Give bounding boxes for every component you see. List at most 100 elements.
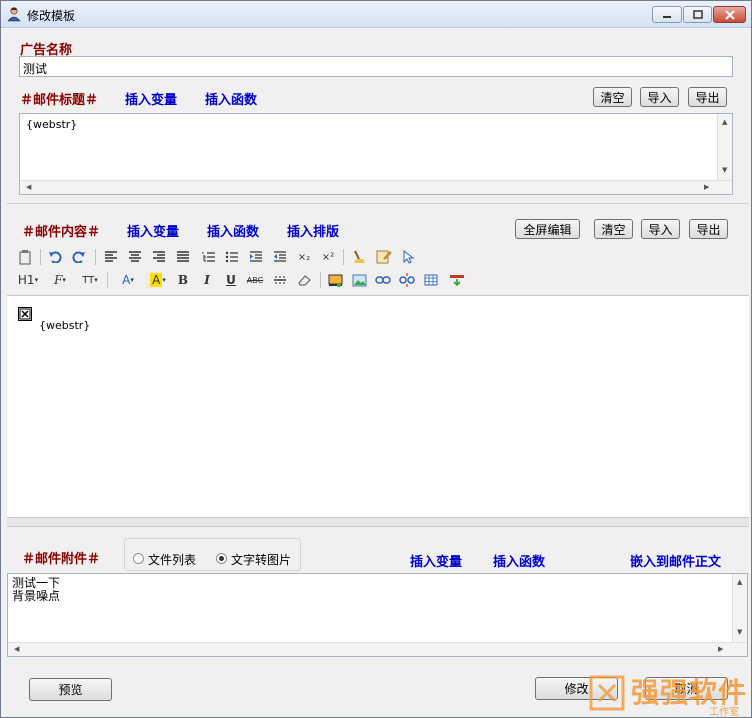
subject-textarea[interactable]: {webstr} ▲ ▼ ◀ ▶ bbox=[19, 113, 733, 195]
radio-text-to-image-label[interactable]: 文字转图片 bbox=[231, 551, 291, 568]
superscript-icon[interactable]: ×² bbox=[318, 247, 338, 267]
strikethrough-icon[interactable]: ABC bbox=[245, 270, 265, 290]
subject-import-button[interactable]: 导入 bbox=[640, 87, 679, 107]
highlight-text: A bbox=[150, 273, 163, 287]
subject-text: {webstr} bbox=[26, 118, 78, 131]
indent-icon[interactable] bbox=[246, 247, 266, 267]
clean-icon[interactable] bbox=[349, 247, 369, 267]
scroll-left-icon[interactable]: ◀ bbox=[26, 183, 31, 191]
bold-icon[interactable]: B bbox=[173, 270, 193, 290]
fullscreen-edit-button[interactable]: 全屏编辑 bbox=[515, 219, 580, 239]
content-import-button[interactable]: 导入 bbox=[641, 219, 680, 239]
insert-row-icon[interactable] bbox=[447, 270, 467, 290]
image-icon[interactable] bbox=[325, 270, 345, 290]
paste-icon[interactable] bbox=[15, 247, 35, 267]
content-clear-button[interactable]: 清空 bbox=[594, 219, 633, 239]
toolbar-separator bbox=[343, 249, 344, 265]
minimize-button[interactable] bbox=[652, 6, 682, 23]
minimize-icon bbox=[663, 15, 671, 18]
scroll-down-icon[interactable]: ▼ bbox=[737, 628, 742, 636]
toolbar-separator bbox=[95, 249, 96, 265]
align-justify-icon[interactable] bbox=[173, 247, 193, 267]
font-size-text: TT bbox=[82, 274, 95, 286]
dialog-window: 修改模板 广告名称 测试 ＃邮件标题＃ 插入变量 插入函数 清空 导入 导出 {… bbox=[0, 0, 752, 718]
toolbar-separator bbox=[107, 272, 108, 288]
highlight-icon[interactable]: A ▾ bbox=[145, 270, 171, 290]
ordered-list-icon[interactable] bbox=[199, 247, 219, 267]
attachment-vertical-scrollbar[interactable]: ▲ ▼ bbox=[732, 574, 747, 642]
scroll-left-icon[interactable]: ◀ bbox=[14, 645, 19, 653]
content-label: ＃邮件内容＃ bbox=[22, 225, 101, 240]
font-color-icon[interactable]: A ▾ bbox=[115, 270, 141, 290]
eraser-icon[interactable] bbox=[294, 270, 314, 290]
watermark-subtext: 工作室 bbox=[709, 707, 739, 718]
attachment-horizontal-scrollbar[interactable]: ◀ ▶ bbox=[8, 642, 747, 656]
scroll-up-icon[interactable]: ▲ bbox=[737, 578, 742, 586]
ad-name-value: 测试 bbox=[23, 62, 48, 76]
attachment-insert-variable-link[interactable]: 插入变量 bbox=[410, 551, 462, 570]
content-text: {webstr} bbox=[39, 319, 91, 332]
subject-insert-variable-link[interactable]: 插入变量 bbox=[125, 89, 177, 108]
subject-clear-button[interactable]: 清空 bbox=[593, 87, 632, 107]
subscript-icon[interactable]: ×₂ bbox=[294, 247, 314, 267]
title-bar[interactable]: 修改模板 bbox=[1, 1, 751, 28]
content-export-button[interactable]: 导出 bbox=[689, 219, 728, 239]
subject-label: ＃邮件标题＃ bbox=[20, 93, 99, 108]
undo-icon[interactable] bbox=[45, 247, 65, 267]
scroll-up-icon[interactable]: ▲ bbox=[722, 118, 727, 126]
subject-vertical-scrollbar[interactable]: ▲ ▼ bbox=[717, 114, 732, 180]
scroll-down-icon[interactable]: ▼ bbox=[722, 166, 727, 174]
radio-text-to-image[interactable] bbox=[216, 553, 227, 564]
toolbar-separator bbox=[320, 272, 321, 288]
content-editor[interactable]: {webstr} bbox=[7, 295, 749, 517]
redo-icon[interactable] bbox=[69, 247, 89, 267]
unordered-list-icon[interactable] bbox=[222, 247, 242, 267]
content-insert-function-link[interactable]: 插入函数 bbox=[207, 221, 259, 240]
window-title: 修改模板 bbox=[27, 9, 76, 23]
attachment-text: 测试一下 背景噪点 bbox=[12, 577, 60, 603]
underline-icon[interactable]: U bbox=[221, 270, 241, 290]
heading-text: H1 bbox=[17, 273, 35, 287]
scroll-right-icon[interactable]: ▶ bbox=[704, 183, 709, 191]
align-right-icon[interactable] bbox=[149, 247, 169, 267]
font-color-text: A bbox=[122, 273, 131, 287]
font-family-icon[interactable]: F ▾ bbox=[47, 270, 73, 290]
italic-icon[interactable]: I bbox=[197, 270, 217, 290]
select-icon[interactable] bbox=[398, 247, 418, 267]
close-icon bbox=[724, 9, 735, 20]
broken-image-icon bbox=[18, 307, 32, 321]
heading-icon[interactable]: H1 ▾ bbox=[15, 270, 41, 290]
align-left-icon[interactable] bbox=[101, 247, 121, 267]
attachment-mode-group: 文件列表 文字转图片 bbox=[124, 538, 301, 571]
close-button[interactable] bbox=[713, 6, 746, 23]
outdent-icon[interactable] bbox=[270, 247, 290, 267]
font-size-icon[interactable]: TT ▾ bbox=[77, 270, 103, 290]
link-icon[interactable] bbox=[373, 270, 393, 290]
unlink-icon[interactable] bbox=[397, 270, 417, 290]
radio-file-list-label[interactable]: 文件列表 bbox=[148, 551, 196, 568]
maximize-button[interactable] bbox=[683, 6, 712, 23]
format-painter-icon[interactable] bbox=[374, 247, 394, 267]
watermark-icon bbox=[589, 675, 625, 711]
editor-statusbar bbox=[7, 517, 749, 527]
ad-name-input[interactable]: 测试 bbox=[19, 56, 733, 77]
subject-export-button[interactable]: 导出 bbox=[688, 87, 727, 107]
scroll-right-icon[interactable]: ▶ bbox=[718, 645, 723, 653]
align-center-icon[interactable] bbox=[125, 247, 145, 267]
attachment-insert-function-link[interactable]: 插入函数 bbox=[493, 551, 545, 570]
subject-horizontal-scrollbar[interactable]: ◀ ▶ bbox=[20, 180, 732, 194]
subject-insert-function-link[interactable]: 插入函数 bbox=[205, 89, 257, 108]
hr-icon[interactable] bbox=[270, 270, 290, 290]
content-insert-layout-link[interactable]: 插入排版 bbox=[287, 221, 339, 240]
attachment-textarea[interactable]: 测试一下 背景噪点 ▲ ▼ ◀ ▶ bbox=[7, 573, 748, 657]
table-icon[interactable] bbox=[421, 270, 441, 290]
watermark-logo: 强强软件 工作室 bbox=[587, 669, 752, 718]
picture-icon[interactable] bbox=[349, 270, 369, 290]
font-family-text: F bbox=[54, 273, 63, 287]
preview-button[interactable]: 预览 bbox=[29, 678, 112, 701]
content-insert-variable-link[interactable]: 插入变量 bbox=[127, 221, 179, 240]
embed-in-body-link[interactable]: 嵌入到邮件正文 bbox=[630, 551, 721, 570]
radio-file-list[interactable] bbox=[133, 553, 144, 564]
maximize-icon bbox=[692, 10, 703, 19]
toolbar-separator bbox=[40, 249, 41, 265]
